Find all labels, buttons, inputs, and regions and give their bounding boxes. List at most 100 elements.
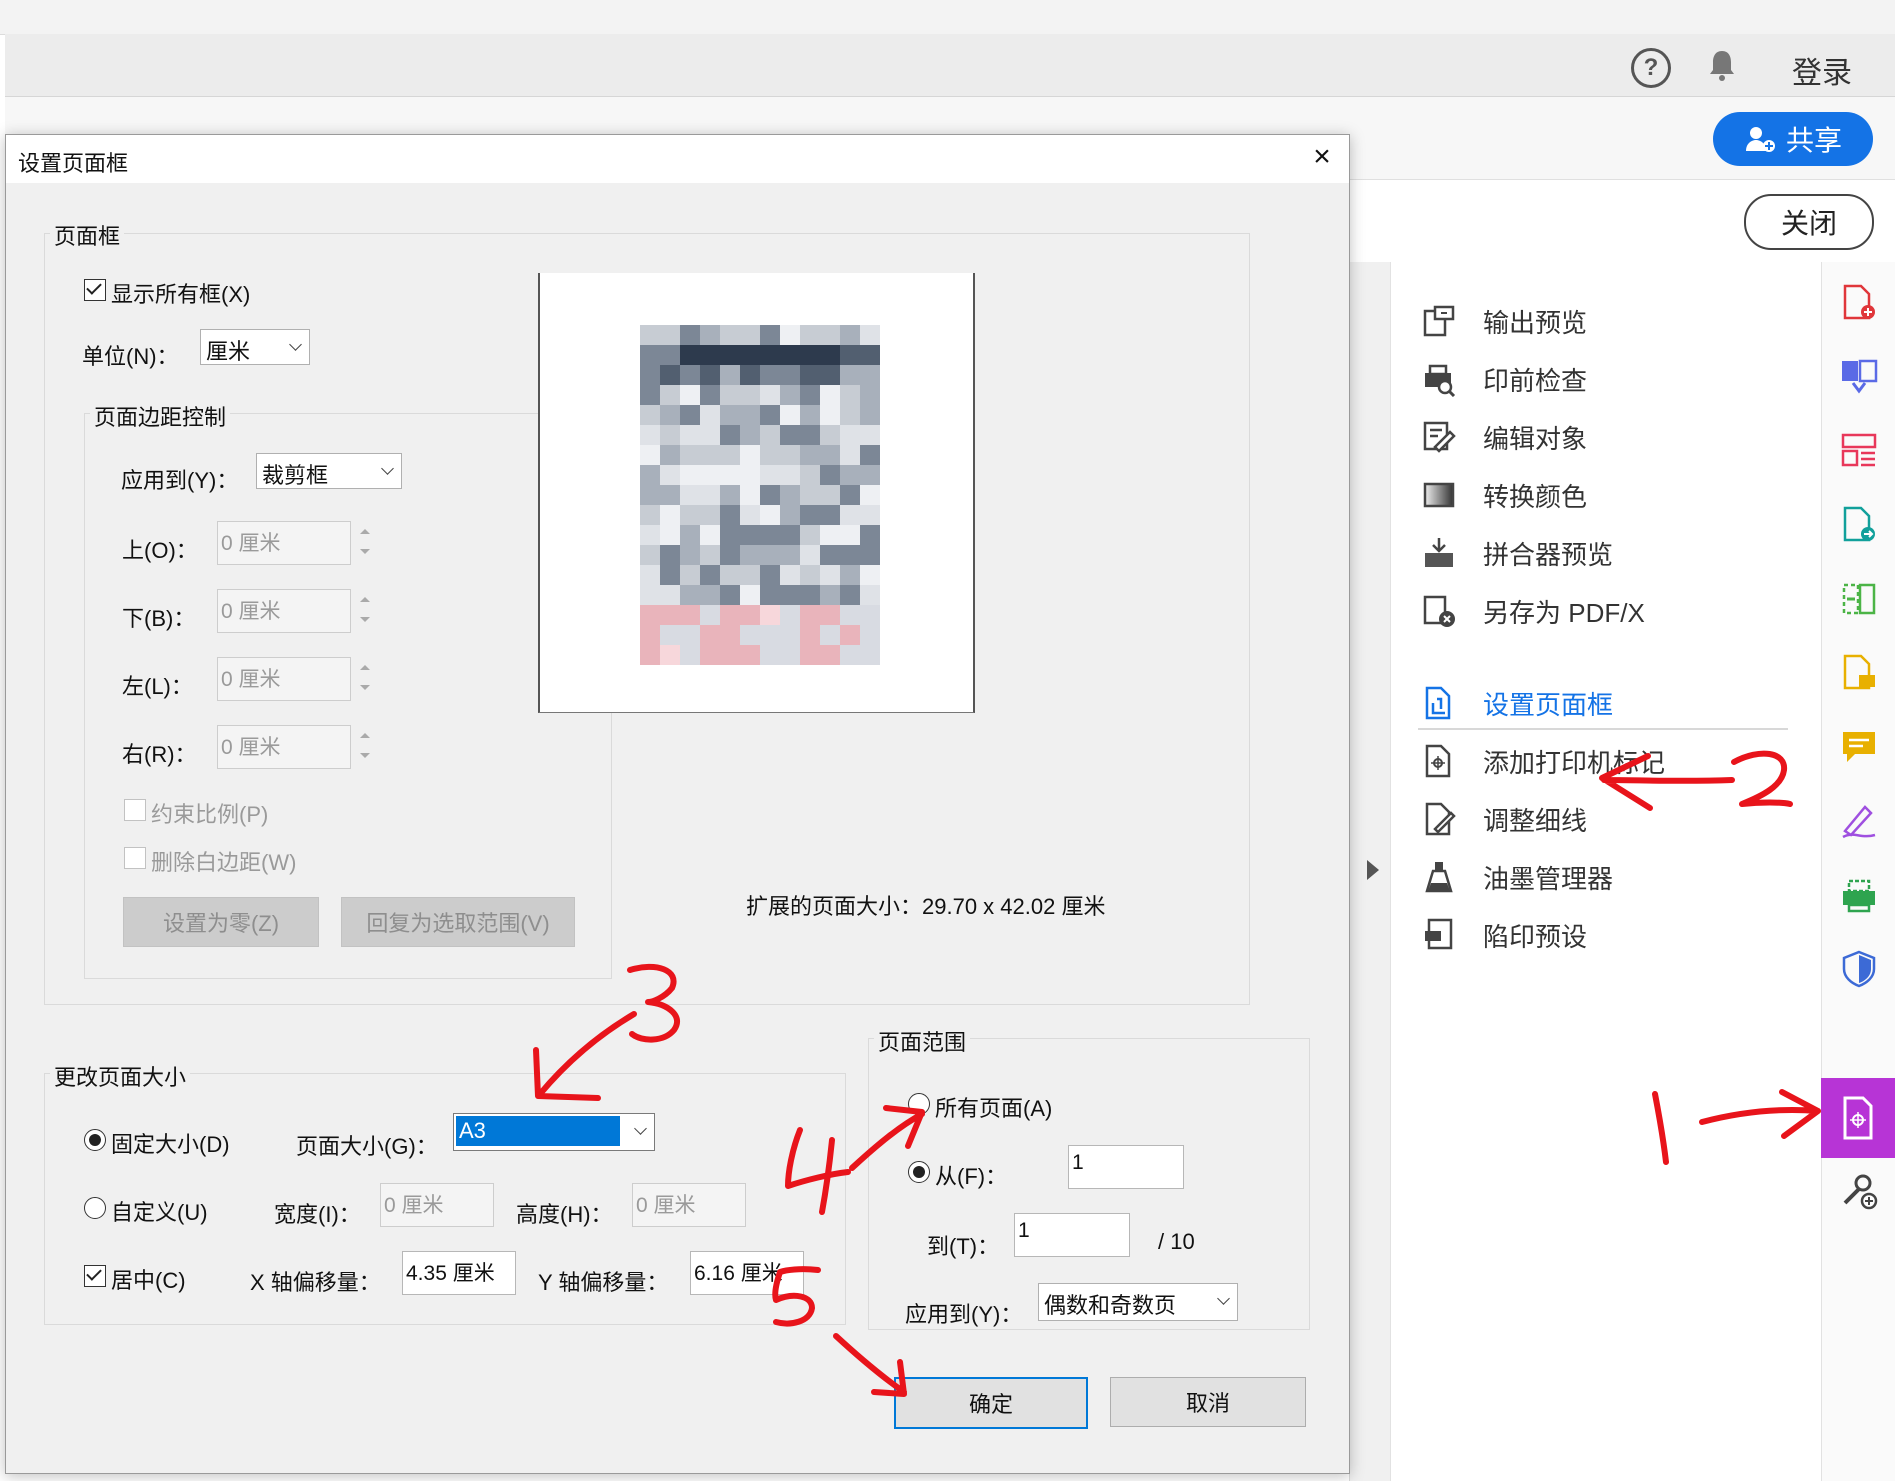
preview-mosaic-cell: [720, 505, 740, 525]
close-tool-button[interactable]: 关闭: [1744, 194, 1874, 250]
preview-mosaic-cell: [700, 385, 720, 405]
margin-top-label: 上(O)：: [122, 538, 198, 563]
login-link[interactable]: 登录: [1792, 48, 1852, 92]
print-production-active-tab[interactable]: [1821, 1078, 1895, 1158]
preview-mosaic-cell: [700, 445, 720, 465]
notification-bell-icon[interactable]: [1707, 48, 1737, 82]
tool-trap-presets[interactable]: 陷印预设: [1419, 906, 1587, 964]
create-pdf-icon[interactable]: [1838, 282, 1880, 324]
protect-icon[interactable]: [1838, 948, 1880, 990]
custom-size-radio[interactable]: [84, 1197, 106, 1219]
margin-top-stepper[interactable]: [354, 521, 376, 565]
print-production-panel: 输出预览 印前检查 编辑对象 转换颜色 拼合器预览 另存为 PDF/X 设置页面…: [1390, 262, 1821, 1481]
tool-fix-hairlines[interactable]: 调整细线: [1419, 790, 1587, 848]
ok-button[interactable]: 确定: [894, 1377, 1088, 1429]
margin-left-stepper[interactable]: [354, 657, 376, 701]
preview-mosaic-cell: [640, 345, 660, 365]
margin-bottom-input[interactable]: 0 厘米: [217, 589, 351, 633]
fixed-size-radio[interactable]: [84, 1129, 106, 1151]
page-from-input[interactable]: 1: [1068, 1145, 1184, 1189]
tool-ink-manager[interactable]: 油墨管理器: [1419, 848, 1613, 906]
preview-mosaic-cell: [700, 525, 720, 545]
remove-white-margins-label: 删除白边距(W): [151, 850, 297, 875]
y-offset-label: Y 轴偏移量：: [538, 1270, 669, 1295]
y-offset-input[interactable]: 6.16 厘米: [690, 1251, 804, 1295]
preview-mosaic-cell: [840, 385, 860, 405]
compress-icon[interactable]: [1838, 578, 1880, 620]
center-label: 居中(C): [111, 1268, 186, 1293]
remove-white-margins-checkbox[interactable]: [124, 847, 146, 869]
preview-mosaic-cell: [780, 465, 800, 485]
margin-apply-to-value: 裁剪框: [262, 463, 329, 488]
preview-mosaic-cell: [700, 605, 720, 625]
show-all-boxes-checkbox[interactable]: [84, 279, 106, 301]
tool-save-as-pdfx[interactable]: 另存为 PDF/X: [1419, 582, 1645, 640]
edit-pdf-icon[interactable]: [1838, 652, 1880, 694]
collapse-panel-chevron-icon[interactable]: [1367, 860, 1379, 880]
comment-icon[interactable]: [1838, 726, 1880, 768]
all-pages-radio[interactable]: [908, 1093, 930, 1115]
show-all-boxes-label: 显示所有框(X): [111, 282, 251, 307]
margin-right-input[interactable]: 0 厘米: [217, 725, 351, 769]
margin-right-stepper[interactable]: [354, 725, 376, 769]
tool-preflight[interactable]: 印前检查: [1419, 350, 1587, 408]
preview-mosaic-cell: [800, 505, 820, 525]
preview-mosaic-cell: [680, 365, 700, 385]
revert-to-selection-button[interactable]: 回复为选取范围(V): [341, 897, 575, 947]
page-from-radio[interactable]: [908, 1161, 930, 1183]
preview-mosaic-cell: [740, 525, 760, 545]
share-button[interactable]: 共享: [1713, 112, 1873, 166]
preview-mosaic-cell: [800, 325, 820, 345]
more-tools-icon[interactable]: [1838, 1170, 1880, 1212]
width-label: 宽度(I)：: [274, 1202, 361, 1227]
page-margin-control-label: 页面边距控制: [90, 400, 231, 432]
preview-mosaic-cell: [820, 465, 840, 485]
constrain-proportions-checkbox[interactable]: [124, 799, 146, 821]
preview-mosaic-cell: [680, 465, 700, 485]
chevron-down-icon: [281, 330, 309, 364]
page-range-apply-to-select[interactable]: 偶数和奇数页: [1038, 1283, 1238, 1321]
print-production-icon[interactable]: [1838, 874, 1880, 916]
page-to-input[interactable]: 1: [1014, 1213, 1130, 1257]
margin-apply-to-label: 应用到(Y)：: [121, 468, 239, 493]
width-input[interactable]: 0 厘米: [380, 1183, 494, 1227]
preview-mosaic-cell: [640, 485, 660, 505]
margin-bottom-stepper[interactable]: [354, 589, 376, 633]
preview-mosaic-cell: [700, 345, 720, 365]
preview-mosaic-cell: [740, 365, 760, 385]
margin-left-label: 左(L)：: [122, 674, 193, 699]
fill-sign-icon[interactable]: [1838, 800, 1880, 842]
width-value: 0 厘米: [384, 1194, 444, 1217]
edit-object-icon: [1419, 417, 1459, 457]
preview-mosaic-cell: [640, 325, 660, 345]
organize-pages-icon[interactable]: [1838, 430, 1880, 472]
center-checkbox[interactable]: [84, 1265, 106, 1287]
height-input[interactable]: 0 厘米: [632, 1183, 746, 1227]
tool-add-printer-marks[interactable]: 添加打印机标记: [1419, 732, 1665, 790]
x-offset-input[interactable]: 4.35 厘米: [402, 1251, 516, 1295]
tool-output-preview[interactable]: 输出预览: [1419, 292, 1587, 350]
margin-top-input[interactable]: 0 厘米: [217, 521, 351, 565]
chevron-down-icon: [373, 454, 401, 488]
cancel-button[interactable]: 取消: [1110, 1377, 1306, 1427]
margin-left-input[interactable]: 0 厘米: [217, 657, 351, 701]
tool-convert-colors[interactable]: 转换颜色: [1419, 466, 1587, 524]
help-icon[interactable]: ?: [1631, 48, 1671, 88]
margin-apply-to-select[interactable]: 裁剪框: [256, 453, 402, 489]
dialog-close-button[interactable]: ×: [1306, 141, 1338, 173]
export-pdf-icon[interactable]: [1838, 504, 1880, 546]
tool-edit-object[interactable]: 编辑对象: [1419, 408, 1587, 466]
page-size-select[interactable]: A3: [453, 1113, 655, 1151]
preview-mosaic-cell: [840, 425, 860, 445]
combine-files-icon[interactable]: [1838, 356, 1880, 398]
preview-mosaic-cell: [740, 585, 760, 605]
tool-flattener-preview[interactable]: 拼合器预览: [1419, 524, 1613, 582]
preview-mosaic-cell: [680, 645, 700, 665]
preview-mosaic-cell: [780, 625, 800, 645]
unit-select[interactable]: 厘米: [200, 329, 310, 365]
tool-set-page-boxes[interactable]: 设置页面框: [1419, 674, 1613, 732]
trap-presets-icon: [1419, 915, 1459, 955]
set-to-zero-button[interactable]: 设置为零(Z): [123, 897, 319, 947]
preview-mosaic-cell: [680, 425, 700, 445]
preview-mosaic-cell: [780, 345, 800, 365]
